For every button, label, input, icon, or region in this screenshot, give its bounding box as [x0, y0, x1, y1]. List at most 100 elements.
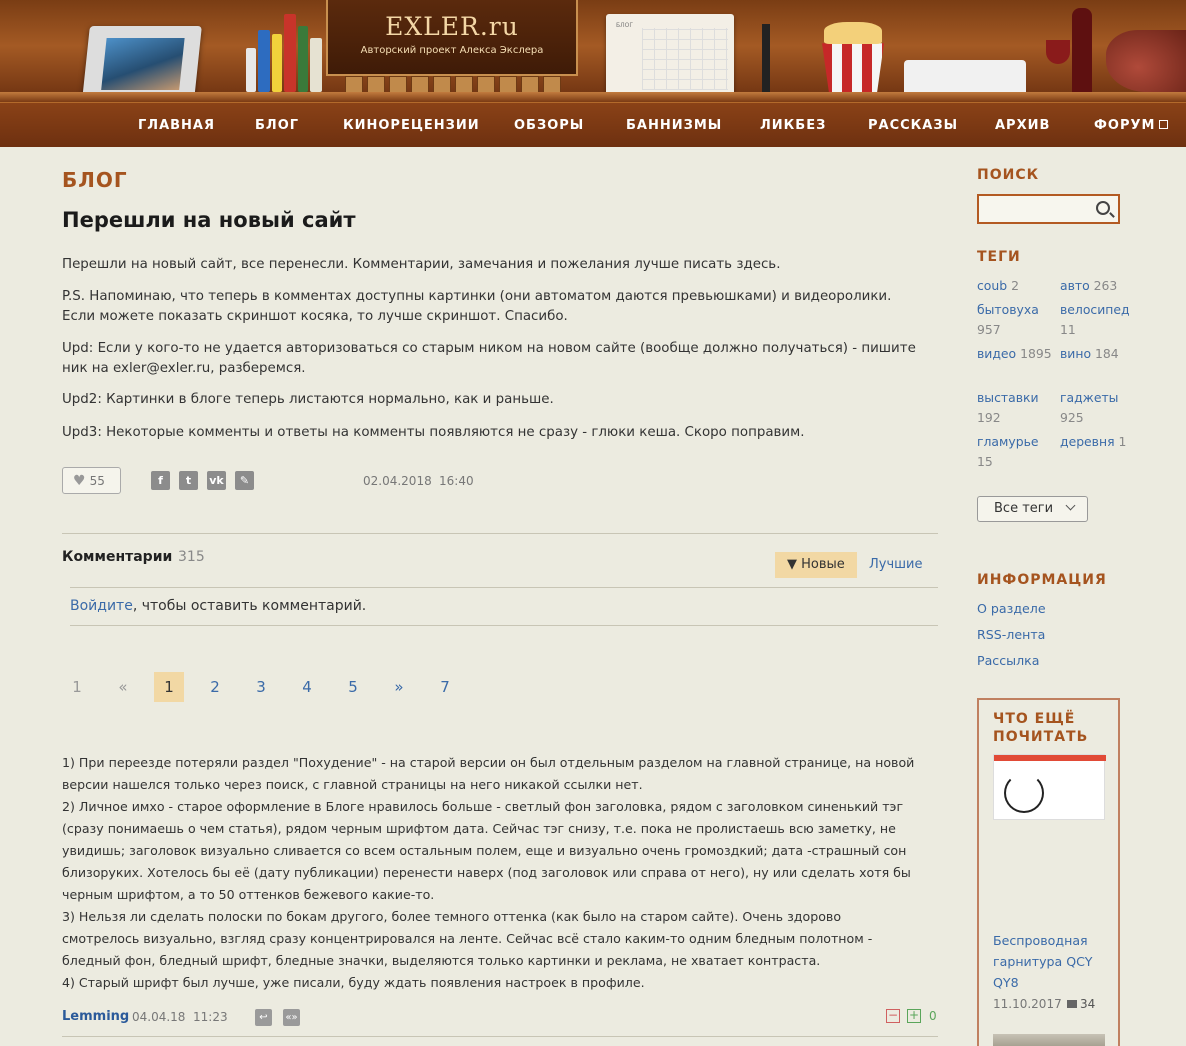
all-tags-dropdown[interactable]: Все теги: [977, 496, 1088, 522]
search-icon[interactable]: [1096, 201, 1110, 215]
more-item-thumbnail[interactable]: [993, 754, 1106, 820]
comment-line: 4) Старый шрифт был лучше, уже писали, б…: [62, 975, 645, 990]
divider: [62, 1036, 938, 1037]
tag-item[interactable]: гаджеты 925: [1060, 388, 1140, 428]
tag-count: 2: [1011, 278, 1019, 293]
comments-count: 315: [178, 549, 205, 565]
book-image: [246, 48, 256, 92]
tag-name[interactable]: вино: [1060, 346, 1091, 361]
tag-name[interactable]: гаджеты: [1060, 390, 1118, 405]
vote-down-button[interactable]: −: [886, 1009, 900, 1023]
nav-item-forum[interactable]: ФОРУМ: [1094, 118, 1169, 133]
tag-name[interactable]: авто: [1060, 278, 1090, 293]
tag-item[interactable]: coub 2: [977, 276, 1057, 296]
ham-image: [1106, 30, 1186, 92]
nav-item-bannizmy[interactable]: БАННИЗМЫ: [626, 118, 722, 133]
livejournal-icon[interactable]: ✎: [235, 471, 254, 490]
more-item-thumbnail-2[interactable]: [993, 1034, 1105, 1046]
tag-name[interactable]: бытовуха: [977, 302, 1039, 317]
info-link-about[interactable]: О разделе: [977, 601, 1046, 616]
post-title: Перешли на новый сайт: [62, 208, 356, 232]
book-image: [284, 14, 296, 92]
tag-item[interactable]: деревня 1: [1060, 432, 1140, 452]
main-nav: ГЛАВНАЯ БЛОГ КИНОРЕЦЕНЗИИ ОБЗОРЫ БАННИЗМ…: [0, 102, 1186, 147]
login-prompt: Войдите, чтобы оставить комментарий.: [70, 598, 366, 614]
post-time: 16:40: [439, 474, 474, 488]
search-input[interactable]: [977, 194, 1120, 224]
quote-icon[interactable]: «»: [283, 1009, 300, 1026]
post-date: 02.04.2018: [363, 474, 432, 488]
tag-count: 15: [977, 454, 993, 469]
reply-icon[interactable]: ↩: [255, 1009, 272, 1026]
book-image: [258, 30, 270, 92]
post-paragraph: Upd3: Некоторые комменты и ответы на ком…: [62, 425, 805, 440]
tag-name[interactable]: выставки: [977, 390, 1039, 405]
tag-item[interactable]: гламурье 15: [977, 432, 1057, 472]
wine-glass-image: [1046, 40, 1070, 64]
tag-item[interactable]: бытовуха 957: [977, 300, 1057, 340]
sort-new-button[interactable]: ▼ Новые: [775, 552, 857, 578]
pager-first[interactable]: 1: [62, 672, 92, 702]
book-image: [298, 26, 308, 92]
comments-label: Комментарии: [62, 549, 173, 565]
tag-item[interactable]: видео 1895: [977, 344, 1057, 364]
pager-page-4[interactable]: 4: [292, 672, 322, 702]
info-link-newsletter[interactable]: Рассылка: [977, 653, 1039, 668]
tag-count: 263: [1093, 278, 1118, 293]
tag-count: 184: [1095, 346, 1119, 361]
more-reading-box: ЧТО ЕЩЁ ПОЧИТАТЬ Беспроводная гарнитура …: [977, 698, 1120, 1046]
nav-item-likbez[interactable]: ЛИКБЕЗ: [760, 118, 826, 133]
book-image: [310, 38, 322, 92]
like-button[interactable]: ♥ 55: [62, 467, 121, 494]
tag-item[interactable]: вино 184: [1060, 344, 1140, 364]
tag-name[interactable]: деревня: [1060, 434, 1115, 449]
nav-item-stories[interactable]: РАССКАЗЫ: [868, 118, 958, 133]
tag-item[interactable]: велосипед 11: [1060, 300, 1140, 340]
pager-page-5[interactable]: 5: [338, 672, 368, 702]
external-link-icon: [1159, 120, 1169, 129]
login-link[interactable]: Войдите: [70, 598, 133, 614]
more-item-title[interactable]: Беспроводная гарнитура QCY QY8: [993, 930, 1103, 993]
tag-name[interactable]: coub: [977, 278, 1007, 293]
shelf-decor: [0, 92, 1186, 102]
search-heading: ПОИСК: [977, 167, 1040, 183]
tag-count: 1: [1118, 434, 1127, 449]
nav-item-reviews-films[interactable]: КИНОРЕЦЕНЗИИ: [343, 118, 480, 133]
header-banner: EXLER.ru Авторский проект Алекса Экслера…: [0, 0, 1186, 102]
calendar-label: БЛОГ: [616, 22, 634, 29]
pager-next[interactable]: »: [384, 672, 414, 702]
photo-frame-image: [82, 26, 202, 100]
section-title[interactable]: БЛОГ: [62, 168, 128, 192]
nav-item-home[interactable]: ГЛАВНАЯ: [138, 118, 215, 133]
vk-icon[interactable]: vk: [207, 471, 226, 490]
tag-item[interactable]: авто 263: [1060, 276, 1140, 296]
post-paragraph: Upd2: Картинки в блоге теперь листаются …: [62, 392, 554, 407]
pager-page-2[interactable]: 2: [200, 672, 230, 702]
chevron-down-icon: [1065, 500, 1076, 511]
post-paragraph: Перешли на новый сайт, все перенесли. Ко…: [62, 257, 781, 272]
comment-line: 1) При переезде потеряли раздел "Похуден…: [62, 755, 915, 792]
comment-author[interactable]: Lemming: [62, 1009, 129, 1024]
nav-item-archive[interactable]: АРХИВ: [995, 118, 1050, 133]
sort-best-link[interactable]: Лучшие: [869, 557, 923, 572]
more-item-comment-count: 34: [1080, 997, 1096, 1011]
twitter-icon[interactable]: t: [179, 471, 198, 490]
tag-item[interactable]: выставки 192: [977, 388, 1057, 428]
tag-name[interactable]: гламурье: [977, 434, 1039, 449]
post-paragraph: P.S. Напоминаю, что теперь в комментах д…: [62, 289, 892, 324]
facebook-icon[interactable]: f: [151, 471, 170, 490]
pager-prev[interactable]: «: [108, 672, 138, 702]
tag-name[interactable]: велосипед: [1060, 302, 1130, 317]
calendar-image: БЛОГ: [606, 14, 734, 96]
vote-up-button[interactable]: +: [907, 1009, 921, 1023]
info-link-rss[interactable]: RSS-лента: [977, 627, 1045, 642]
tag-name[interactable]: видео: [977, 346, 1016, 361]
nav-item-reviews[interactable]: ОБЗОРЫ: [514, 118, 584, 133]
like-count: 55: [89, 474, 105, 488]
popcorn-top-image: [824, 22, 882, 44]
nav-item-blog[interactable]: БЛОГ: [255, 118, 299, 133]
pager-page-3[interactable]: 3: [246, 672, 276, 702]
pager-page-1[interactable]: 1: [154, 672, 184, 702]
pager-last[interactable]: 7: [430, 672, 460, 702]
site-logo[interactable]: EXLER.ru Авторский проект Алекса Экслера: [326, 0, 578, 76]
